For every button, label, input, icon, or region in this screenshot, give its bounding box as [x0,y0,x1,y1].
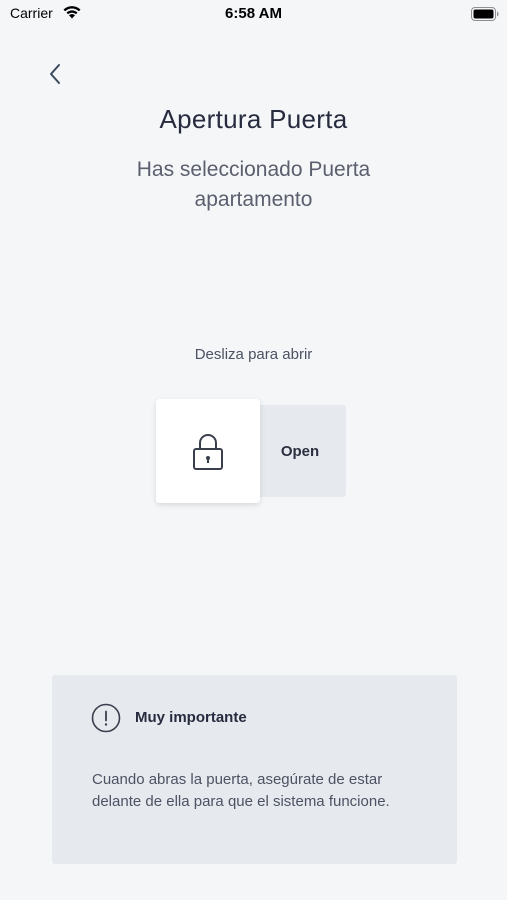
status-time: 6:58 AM [225,5,282,22]
battery-icon [471,7,499,21]
exclamation-circle-icon [91,703,121,733]
chevron-left-icon [50,64,60,84]
info-title: Muy importante [135,709,247,726]
selected-door-subtitle: Has seleccionado Puerta apartamento [136,158,371,211]
slide-open-label: Open [280,442,320,460]
back-button[interactable] [40,58,72,90]
lock-icon [193,434,223,470]
important-info-card: Muy importante Cuando abras la puerta, a… [52,675,457,864]
status-bar: Carrier 6:58 AM [0,0,507,30]
slide-hint: Desliza para abrir [194,346,313,363]
page-title: Apertura Puerta [159,104,348,134]
slide-to-open-handle[interactable] [156,399,260,503]
info-body: Cuando abras la puerta, asegúrate de est… [92,771,390,810]
